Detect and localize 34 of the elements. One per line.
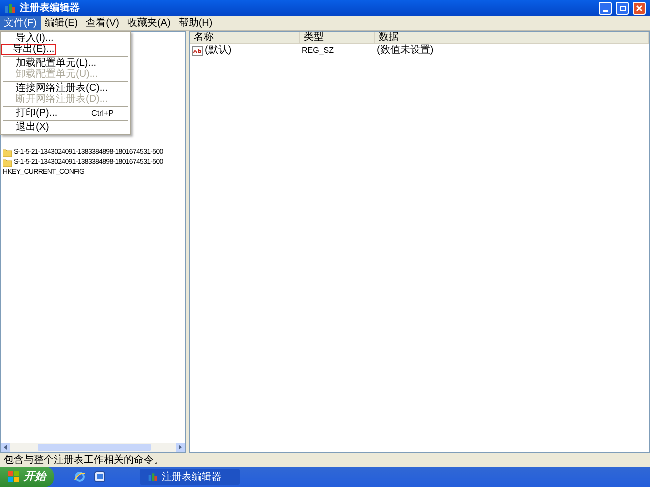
- string-value-icon: [192, 46, 203, 56]
- table-cell-text: (默认): [205, 44, 232, 58]
- column-header[interactable]: 名称: [190, 32, 300, 43]
- menu-bar-item[interactable]: 查看(V): [82, 16, 124, 30]
- menu-item: 卸载配置单元(U)...: [15, 69, 100, 80]
- flag-logo-icon: [8, 471, 20, 483]
- scroll-left-icon[interactable]: [1, 443, 10, 452]
- menu-item[interactable]: 连接网络注册表(C)...: [4, 83, 127, 94]
- menu-bar-item[interactable]: 帮助(H): [174, 16, 217, 30]
- table-cell-text: (数值未设置): [376, 44, 434, 58]
- menu-item[interactable]: 打印(P)... Ctrl+P: [4, 108, 127, 119]
- menu-bar-item[interactable]: 编辑(E): [40, 16, 82, 30]
- desktop-icon[interactable]: [94, 471, 106, 483]
- horizontal-scrollbar[interactable]: [1, 443, 185, 452]
- scroll-right-icon[interactable]: [176, 443, 185, 452]
- menu-item: 断开网络注册表(D)...: [15, 94, 110, 105]
- menu-item[interactable]: 退出(X): [4, 122, 127, 133]
- column-header[interactable]: 类型: [300, 32, 375, 43]
- table-cell-text: REG_SZ: [301, 44, 336, 56]
- menu-bar-item[interactable]: 文件(F): [0, 16, 41, 30]
- minimize-button[interactable]: [599, 2, 612, 14]
- close-button[interactable]: [633, 2, 646, 14]
- window-title: 注册表编辑器: [20, 1, 80, 16]
- menu-bar-item[interactable]: 收藏夹(A): [123, 16, 175, 30]
- taskbar-button[interactable]: 注册表编辑器: [140, 469, 240, 485]
- menu-item[interactable]: 加载配置单元(L)...: [4, 58, 127, 69]
- start-button[interactable]: 开始: [0, 467, 54, 487]
- menu-item[interactable]: 导入(I)...: [4, 33, 127, 44]
- status-text: 包含与整个注册表工作相关的命令。: [4, 454, 164, 468]
- browser-icon[interactable]: [74, 471, 86, 483]
- menu-item[interactable]: 导出(E)...: [1, 44, 56, 55]
- close-icon: [636, 4, 643, 12]
- restore-button[interactable]: [616, 2, 629, 14]
- column-header[interactable]: 数据: [375, 32, 649, 43]
